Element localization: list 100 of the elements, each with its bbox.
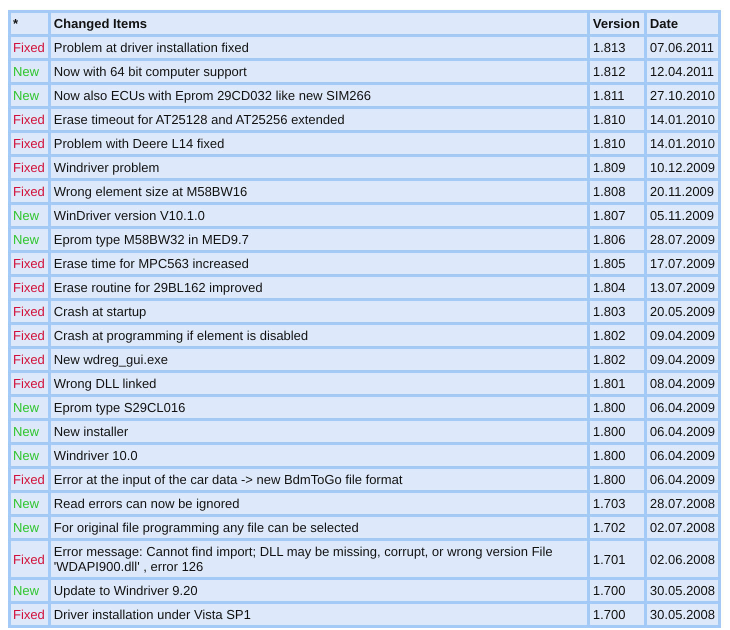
column-header: * xyxy=(11,13,48,34)
item-cell: Erase time for MPC563 increased xyxy=(50,253,587,274)
status-cell: Fixed xyxy=(11,301,48,322)
status-cell: New xyxy=(11,421,48,442)
item-cell: Now with 64 bit computer support xyxy=(50,61,587,82)
version-cell: 1.802 xyxy=(590,325,644,346)
item-cell: Windriver 10.0 xyxy=(50,445,587,466)
date-cell: 20.11.2009 xyxy=(646,181,718,202)
version-cell: 1.807 xyxy=(590,205,644,226)
version-cell: 1.802 xyxy=(590,349,644,370)
version-cell: 1.811 xyxy=(590,85,644,106)
version-cell: 1.800 xyxy=(590,421,644,442)
date-cell: 28.07.2008 xyxy=(646,493,718,514)
status-cell: Fixed xyxy=(11,181,48,202)
status-cell: New xyxy=(11,517,48,538)
date-cell: 02.07.2008 xyxy=(646,517,718,538)
column-header: Date xyxy=(646,13,718,34)
date-cell: 08.04.2009 xyxy=(646,373,718,394)
item-cell: Driver installation under Vista SP1 xyxy=(50,604,587,625)
version-cell: 1.806 xyxy=(590,229,644,250)
item-cell: Problem at driver installation fixed xyxy=(50,37,587,58)
date-cell: 30.05.2008 xyxy=(646,604,718,625)
column-header: Changed Items xyxy=(50,13,587,34)
status-cell: Fixed xyxy=(11,604,48,625)
date-cell: 02.06.2008 xyxy=(646,541,718,577)
version-cell: 1.800 xyxy=(590,397,644,418)
status-cell: Fixed xyxy=(11,157,48,178)
date-cell: 28.07.2009 xyxy=(646,229,718,250)
version-cell: 1.700 xyxy=(590,580,644,601)
version-cell: 1.701 xyxy=(590,541,644,577)
version-cell: 1.810 xyxy=(590,133,644,154)
date-cell: 10.12.2009 xyxy=(646,157,718,178)
date-cell: 09.04.2009 xyxy=(646,349,718,370)
item-cell: Read errors can now be ignored xyxy=(50,493,587,514)
item-cell: For original file programming any file can be selected xyxy=(50,517,587,538)
item-cell: Windriver problem xyxy=(50,157,587,178)
status-cell: New xyxy=(11,397,48,418)
item-cell: Eprom type M58BW32 in MED9.7 xyxy=(50,229,587,250)
item-cell: New installer xyxy=(50,421,587,442)
date-cell: 06.04.2009 xyxy=(646,445,718,466)
version-cell: 1.801 xyxy=(590,373,644,394)
date-cell: 17.07.2009 xyxy=(646,253,718,274)
version-cell: 1.702 xyxy=(590,517,644,538)
version-cell: 1.813 xyxy=(590,37,644,58)
status-cell: New xyxy=(11,229,48,250)
version-cell: 1.809 xyxy=(590,157,644,178)
version-cell: 1.804 xyxy=(590,277,644,298)
version-cell: 1.700 xyxy=(590,604,644,625)
date-cell: 14.01.2010 xyxy=(646,133,718,154)
item-cell: Eprom type S29CL016 xyxy=(50,397,587,418)
version-cell: 1.812 xyxy=(590,61,644,82)
item-cell: Erase timeout for AT25128 and AT25256 extended xyxy=(50,109,587,130)
item-cell: Wrong DLL linked xyxy=(50,373,587,394)
item-cell: WinDriver version V10.1.0 xyxy=(50,205,587,226)
date-cell: 27.10.2010 xyxy=(646,85,718,106)
version-cell: 1.803 xyxy=(590,301,644,322)
date-cell: 20.05.2009 xyxy=(646,301,718,322)
status-cell: New xyxy=(11,493,48,514)
item-cell: Error at the input of the car data -> new BdmToGo file format xyxy=(50,469,587,490)
status-cell: Fixed xyxy=(11,325,48,346)
version-cell: 1.800 xyxy=(590,469,644,490)
status-cell: New xyxy=(11,205,48,226)
date-cell: 09.04.2009 xyxy=(646,325,718,346)
version-cell: 1.810 xyxy=(590,109,644,130)
date-cell: 13.07.2009 xyxy=(646,277,718,298)
date-cell: 06.04.2009 xyxy=(646,397,718,418)
date-cell: 06.04.2009 xyxy=(646,421,718,442)
date-cell: 07.06.2011 xyxy=(646,37,718,58)
date-cell: 12.04.2011 xyxy=(646,61,718,82)
status-cell: Fixed xyxy=(11,37,48,58)
status-cell: Fixed xyxy=(11,133,48,154)
version-cell: 1.703 xyxy=(590,493,644,514)
version-cell: 1.808 xyxy=(590,181,644,202)
item-cell: Crash at startup xyxy=(50,301,587,322)
status-cell: Fixed xyxy=(11,541,48,577)
status-cell: Fixed xyxy=(11,277,48,298)
status-cell: New xyxy=(11,445,48,466)
item-cell: Update to Windriver 9.20 xyxy=(50,580,587,601)
status-cell: Fixed xyxy=(11,349,48,370)
status-cell: New xyxy=(11,580,48,601)
version-cell: 1.800 xyxy=(590,445,644,466)
status-cell: Fixed xyxy=(11,373,48,394)
column-header: Version xyxy=(590,13,644,34)
item-cell: Crash at programming if element is disabled xyxy=(50,325,587,346)
item-cell: Erase routine for 29BL162 improved xyxy=(50,277,587,298)
item-cell: New wdreg_gui.exe xyxy=(50,349,587,370)
date-cell: 05.11.2009 xyxy=(646,205,718,226)
date-cell: 06.04.2009 xyxy=(646,469,718,490)
item-cell: Wrong element size at M58BW16 xyxy=(50,181,587,202)
version-cell: 1.805 xyxy=(590,253,644,274)
date-cell: 14.01.2010 xyxy=(646,109,718,130)
date-cell: 30.05.2008 xyxy=(646,580,718,601)
status-cell: New xyxy=(11,85,48,106)
status-cell: Fixed xyxy=(11,253,48,274)
item-cell: Problem with Deere L14 fixed xyxy=(50,133,587,154)
item-cell: Error message: Cannot find import; DLL may be missing, corrupt, or wrong version File 'WDAPI900.dll' , error 126 xyxy=(50,541,587,577)
status-cell: Fixed xyxy=(11,469,48,490)
status-cell: Fixed xyxy=(11,109,48,130)
item-cell: Now also ECUs with Eprom 29CD032 like new SIM266 xyxy=(50,85,587,106)
status-cell: New xyxy=(11,61,48,82)
